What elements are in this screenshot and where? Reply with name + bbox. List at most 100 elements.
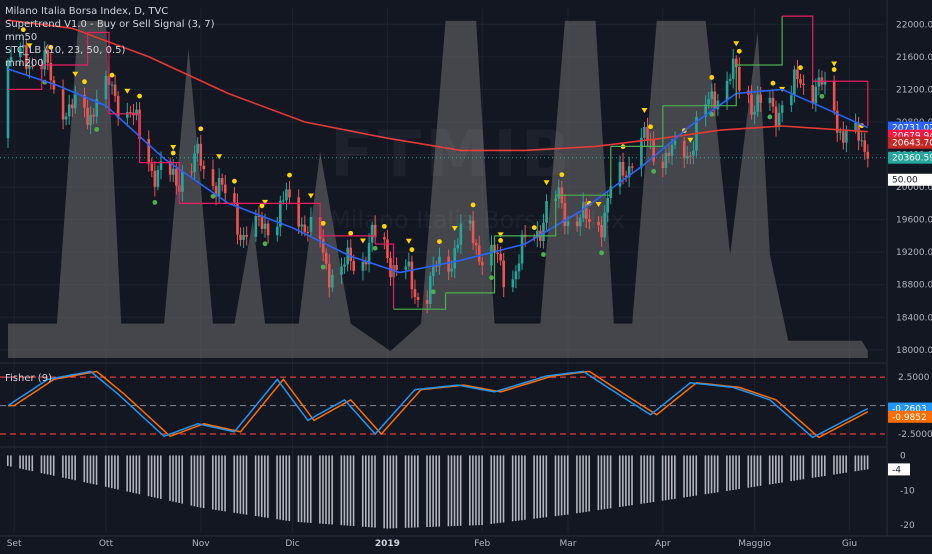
histogram-bar [557, 455, 560, 516]
histogram-bar [215, 455, 217, 510]
signal-dot [470, 202, 476, 208]
candle-body [223, 184, 227, 194]
histogram-bar [845, 455, 848, 473]
candle-body [646, 126, 649, 140]
signal-dot-green [262, 241, 268, 247]
histogram-bar [104, 455, 107, 487]
histogram-bar [107, 455, 110, 488]
candle-body [597, 221, 600, 226]
price-tick-label: 22000.00 [896, 20, 932, 30]
histogram-bar [661, 455, 664, 501]
candle-body [217, 178, 221, 197]
signal-dot [170, 150, 176, 156]
fisher-tick-label: -2.5000 [898, 430, 932, 440]
time-axis-label: Mar [559, 539, 576, 549]
signal-dot [409, 247, 415, 253]
time-axis-label: Dic [285, 539, 299, 549]
candle-body [331, 274, 334, 288]
signal-dot [770, 80, 776, 86]
candle-body [303, 224, 307, 232]
candle-body [517, 263, 521, 272]
histogram-bar [22, 455, 24, 470]
histogram-bar [343, 455, 346, 526]
candle-body [557, 187, 561, 199]
histogram-bar [361, 455, 364, 527]
signal-dot-green [152, 200, 158, 205]
candle-body [174, 168, 178, 186]
histogram-bar [664, 455, 667, 501]
histogram-bar [156, 455, 159, 499]
candle-body [447, 256, 450, 272]
histogram-bar [814, 455, 817, 478]
indicator-mm200[interactable]: mm200 [5, 57, 215, 70]
histogram-bar [628, 455, 630, 506]
histogram-bar [860, 455, 863, 471]
histogram-bar [368, 455, 370, 528]
histogram-bar [309, 455, 312, 523]
candle-body [150, 163, 154, 171]
histogram-bar [175, 455, 177, 503]
candle-body [306, 231, 310, 233]
candle-body [673, 140, 677, 145]
histogram-bar [28, 455, 31, 471]
histogram-bar [426, 455, 428, 528]
histogram-bar [511, 455, 514, 522]
histogram-bar [857, 455, 860, 471]
candle-body [643, 126, 646, 138]
candle-body [606, 198, 610, 213]
candle-body [285, 189, 288, 201]
candle-body [842, 131, 845, 143]
histogram-bar [799, 455, 802, 480]
histogram-bar [707, 455, 710, 494]
indicator-mm50[interactable]: mm50 [5, 31, 215, 44]
histogram-bar [502, 455, 505, 523]
signal-dot-green [489, 275, 494, 281]
candle-body [220, 178, 224, 185]
histogram-bar [297, 455, 300, 523]
candle-body [113, 84, 117, 96]
histogram-bar [469, 455, 471, 526]
fisher-panel-title[interactable]: Fisher (9) [5, 373, 52, 384]
histogram-bar [771, 455, 774, 484]
chart-title[interactable]: Milano Italia Borsa Index, D, TVC [5, 5, 215, 18]
candle-body [361, 261, 365, 271]
histogram-bar [25, 455, 27, 470]
histogram-bar [319, 455, 321, 524]
histogram-bar [178, 455, 180, 503]
indicator-supertrend[interactable]: Supertrend V1.0 - Buy or Sell Signal (3,… [5, 18, 215, 31]
histogram-bar [19, 455, 21, 469]
histogram-bar [631, 455, 633, 506]
candle-body [156, 169, 160, 187]
signal-dot [559, 172, 565, 178]
candle-body [490, 244, 493, 266]
candle-body [838, 131, 842, 133]
indicator-stc[interactable]: STC_LB (10, 23, 50, 0.5) [5, 44, 215, 57]
histogram-bar [866, 455, 869, 470]
histogram-bar [95, 455, 98, 485]
signal-dot [437, 239, 442, 245]
candle-body [367, 242, 371, 265]
histogram-bar [606, 455, 609, 509]
histogram-bar [649, 455, 652, 503]
histogram-bar [686, 455, 688, 497]
candle-body [771, 97, 775, 107]
histogram-bar [585, 455, 587, 512]
histogram-bar [560, 455, 563, 516]
histogram-bar [514, 455, 517, 521]
candle-body [814, 86, 818, 104]
candle-body [297, 197, 300, 227]
candle-body [768, 97, 772, 103]
histogram-bar [738, 455, 740, 490]
candle-body [756, 94, 759, 112]
signal-dot [498, 238, 504, 243]
candle-body [190, 171, 193, 173]
signal-dot [709, 75, 715, 80]
signal-dot [348, 230, 354, 236]
histogram-bar [49, 455, 52, 476]
candle-body [456, 244, 460, 249]
chart-root: 18000.00 18400.00 18800.00 19200.00 19600.00… [0, 0, 932, 550]
candle-body [61, 89, 65, 120]
histogram-bar [820, 455, 823, 477]
candle-body [713, 91, 717, 110]
histogram-bar [842, 455, 844, 474]
